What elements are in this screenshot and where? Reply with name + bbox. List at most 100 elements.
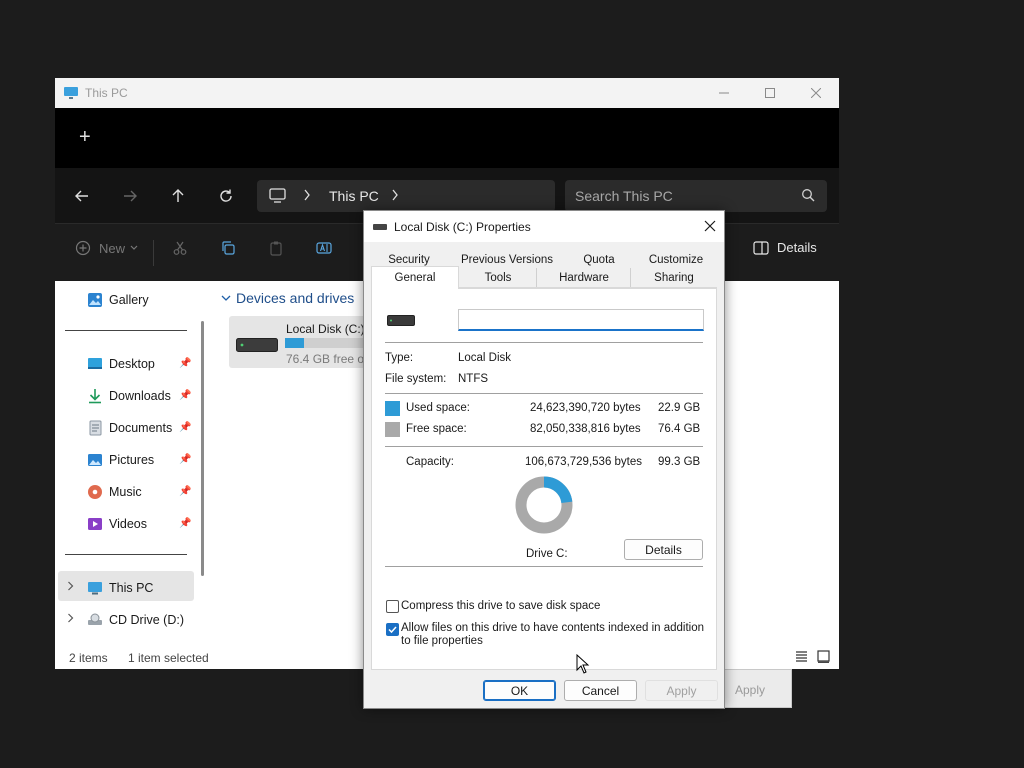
paste-button[interactable] <box>268 240 284 256</box>
breadcrumb-chevron-icon[interactable] <box>391 189 399 201</box>
sidebar-item-pictures[interactable]: Pictures <box>87 447 154 473</box>
chevron-down-icon <box>130 245 138 250</box>
volume-label-input[interactable] <box>458 309 704 331</box>
copy-button[interactable] <box>220 240 236 256</box>
cut-button[interactable] <box>172 240 188 256</box>
collapse-chevron-icon[interactable] <box>221 294 231 302</box>
tab-previous-versions[interactable]: Previous Versions <box>459 251 555 269</box>
navigation-pane: Gallery Desktop Downloads Documents Pict… <box>55 281 210 643</box>
background-dialog-fragment: Apply <box>724 669 792 708</box>
drive-usage-fill <box>285 338 305 348</box>
sidebar-item-this-pc[interactable]: This PC <box>87 575 153 601</box>
details-button[interactable]: Details <box>624 539 703 560</box>
rename-button[interactable] <box>316 240 332 256</box>
sidebar-item-music[interactable]: Music <box>87 479 142 505</box>
sidebar-item-label: Desktop <box>109 357 155 371</box>
dialog-close-button[interactable] <box>704 220 716 232</box>
pin-icon[interactable]: 📌 <box>179 486 191 497</box>
status-selection-count: 1 item selected <box>128 651 209 665</box>
properties-dialog: Local Disk (C:) Properties Security Prev… <box>363 210 725 709</box>
index-label[interactable]: Allow files on this drive to have conten… <box>401 622 706 648</box>
details-view-icon[interactable] <box>795 650 808 663</box>
section-divider <box>385 566 703 567</box>
pin-icon[interactable]: 📌 <box>179 454 191 465</box>
tab-sharing[interactable]: Sharing <box>631 269 717 287</box>
window-title: This PC <box>85 86 128 100</box>
sidebar-item-cd-drive[interactable]: CD Drive (D:) <box>87 607 184 633</box>
forward-button[interactable] <box>114 180 146 212</box>
new-tab-button[interactable]: + <box>79 126 91 149</box>
chevron-right-icon[interactable] <box>67 581 74 591</box>
apply-button[interactable]: Apply <box>645 680 718 701</box>
tab-customize[interactable]: Customize <box>641 251 711 269</box>
chevron-right-icon[interactable] <box>67 613 74 623</box>
pin-icon[interactable]: 📌 <box>179 358 191 369</box>
disk-usage-donut <box>515 476 573 534</box>
general-tab-panel: Type: Local Disk File system: NTFS Used … <box>371 288 717 670</box>
sidebar-item-downloads[interactable]: Downloads <box>87 383 171 409</box>
drive-name: Local Disk (C:) <box>286 322 365 336</box>
drive-usage-bar <box>285 338 369 348</box>
sidebar-item-label: Documents <box>109 421 173 435</box>
breadcrumb-this-pc[interactable]: This PC <box>329 188 379 204</box>
drive-caption: Drive C: <box>526 548 568 560</box>
checkmark-icon <box>388 626 397 634</box>
compress-checkbox[interactable] <box>386 600 399 613</box>
search-icon[interactable] <box>801 188 815 202</box>
search-box[interactable] <box>565 180 827 212</box>
this-pc-icon <box>88 582 102 595</box>
ok-button[interactable]: OK <box>483 680 556 701</box>
tab-hardware[interactable]: Hardware <box>537 269 631 287</box>
drive-free-text: 76.4 GB free of <box>286 352 368 366</box>
new-button-label: New <box>99 240 126 256</box>
cancel-button[interactable]: Cancel <box>564 680 637 701</box>
hard-drive-icon <box>387 315 415 326</box>
type-value: Local Disk <box>458 352 512 364</box>
toolbar-divider <box>153 240 154 266</box>
cut-icon <box>173 241 187 255</box>
sidebar-item-documents[interactable]: Documents <box>87 415 172 441</box>
sidebar-item-label: This PC <box>109 581 154 595</box>
cd-drive-icon <box>88 613 102 625</box>
close-button[interactable] <box>793 78 839 108</box>
music-icon <box>88 485 102 499</box>
videos-icon <box>88 518 102 530</box>
sidebar-item-videos[interactable]: Videos <box>87 511 147 537</box>
sidebar-divider <box>65 330 187 331</box>
refresh-button[interactable] <box>210 180 242 212</box>
group-header[interactable]: Devices and drives <box>236 290 354 306</box>
index-checkbox[interactable] <box>386 623 399 636</box>
tab-general[interactable]: General <box>371 266 459 289</box>
back-button[interactable] <box>66 180 98 212</box>
tab-quota[interactable]: Quota <box>569 251 629 269</box>
used-space-swatch <box>385 401 400 416</box>
sidebar-item-label: Gallery <box>109 293 149 307</box>
used-space-gb: 22.9 GB <box>658 402 701 414</box>
pin-icon[interactable]: 📌 <box>179 422 191 433</box>
maximize-button[interactable] <box>747 78 793 108</box>
compress-label[interactable]: Compress this drive to save disk space <box>401 600 600 612</box>
pin-icon[interactable]: 📌 <box>179 390 191 401</box>
type-label: Type: <box>385 352 414 364</box>
sidebar-item-desktop[interactable]: Desktop <box>87 351 155 377</box>
sidebar-scrollbar[interactable] <box>201 321 204 576</box>
pin-icon[interactable]: 📌 <box>179 518 191 529</box>
new-button[interactable]: New <box>75 240 138 256</box>
used-space-bytes: 24,623,390,720 bytes <box>530 402 641 414</box>
maximize-icon <box>765 88 775 98</box>
sidebar-item-gallery[interactable]: Gallery <box>87 287 149 313</box>
pictures-icon <box>88 454 102 466</box>
tab-tools[interactable]: Tools <box>459 269 537 287</box>
details-pane-button[interactable]: Details <box>753 240 817 255</box>
address-bar[interactable]: This PC <box>257 180 555 212</box>
minimize-button[interactable] <box>701 78 747 108</box>
free-space-gb: 76.4 GB <box>658 423 701 435</box>
search-input[interactable] <box>575 186 785 206</box>
free-space-swatch <box>385 422 400 437</box>
copy-icon <box>222 241 235 255</box>
up-button[interactable] <box>162 180 194 212</box>
tab-strip: + <box>55 108 839 168</box>
tiles-view-icon[interactable] <box>817 650 830 663</box>
drive-tile-c[interactable]: Local Disk (C:) 76.4 GB free of <box>229 316 369 368</box>
free-space-bytes: 82,050,338,816 bytes <box>530 423 641 435</box>
